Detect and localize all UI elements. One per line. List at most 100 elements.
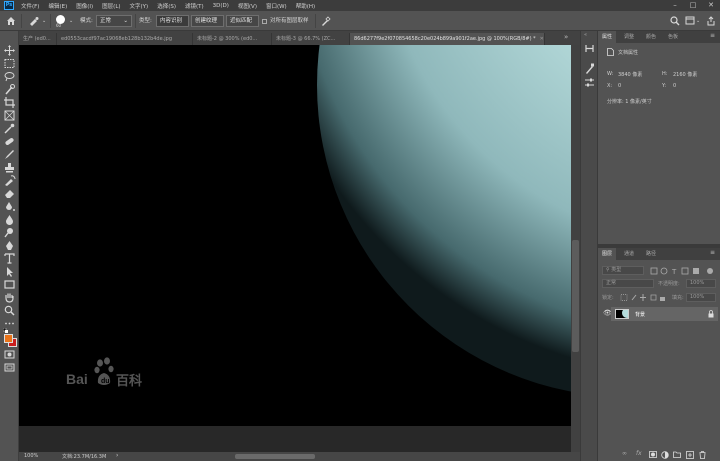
- content-aware-button[interactable]: 内容识别: [156, 15, 189, 27]
- path-selection-tool-icon[interactable]: [3, 266, 16, 277]
- new-group-icon[interactable]: [673, 451, 681, 458]
- tab-label: 未标题-3 @ 66.7% (ZC...: [276, 36, 336, 42]
- collapse-panels-icon[interactable]: «: [584, 32, 587, 38]
- workspace-icon[interactable]: [685, 16, 695, 26]
- new-layer-icon[interactable]: [686, 451, 694, 459]
- delete-layer-icon[interactable]: [699, 451, 706, 459]
- height-value[interactable]: 2160 像素: [673, 71, 697, 78]
- tab-channels[interactable]: 通道: [620, 248, 638, 260]
- document-tab-active[interactable]: 86d6277f9e2f070854658c20e024b899a901f2ae…: [350, 33, 545, 45]
- eyedropper-tool-icon[interactable]: [3, 123, 16, 134]
- chevron-down-icon[interactable]: ⌄: [42, 15, 46, 27]
- chevron-down-icon[interactable]: ⌄: [696, 15, 700, 27]
- move-tool-icon[interactable]: [3, 45, 16, 56]
- fx-icon[interactable]: fx: [636, 450, 642, 457]
- document-tab[interactable]: ed0553cacdf97ac19068eb128b132b4de.jpg: [57, 33, 193, 45]
- healing-brush-tool-icon[interactable]: [3, 136, 16, 147]
- vertical-scroll-thumb[interactable]: [572, 240, 579, 352]
- menu-layer[interactable]: 图层(L): [98, 2, 125, 10]
- brush-picker-arrow-icon[interactable]: ⌄: [69, 15, 73, 27]
- minimize-icon[interactable]: –: [666, 0, 684, 11]
- x-value[interactable]: 0: [618, 83, 621, 89]
- document-size[interactable]: 文档:23.7M/16.3M: [62, 453, 106, 460]
- tab-swatches[interactable]: 色板: [664, 31, 682, 43]
- tab-color[interactable]: 颜色: [642, 31, 660, 43]
- svg-text:T: T: [671, 268, 677, 275]
- tabs-overflow-icon[interactable]: »: [564, 33, 568, 41]
- menu-view[interactable]: 视图(V): [234, 2, 262, 10]
- quick-selection-tool-icon[interactable]: [3, 84, 16, 95]
- y-value[interactable]: 0: [673, 83, 676, 89]
- hand-tool-icon[interactable]: [3, 292, 16, 303]
- home-icon[interactable]: [6, 16, 16, 26]
- tab-adjustments[interactable]: 调整: [620, 31, 638, 43]
- clone-stamp-tool-icon[interactable]: [3, 162, 16, 173]
- brush-tool-icon[interactable]: [3, 149, 16, 160]
- document-tab[interactable]: 未标题-3 @ 66.7% (ZC...: [272, 33, 350, 45]
- menu-image[interactable]: 图像(I): [72, 2, 98, 10]
- close-tab-icon[interactable]: ✕: [540, 36, 544, 42]
- document-canvas[interactable]: Bai du 百科: [19, 45, 571, 426]
- marquee-tool-icon[interactable]: [3, 58, 16, 69]
- maximize-icon[interactable]: □: [684, 0, 702, 11]
- width-value[interactable]: 3840 像素: [618, 71, 642, 78]
- quick-mask-icon[interactable]: [3, 349, 16, 360]
- history-brush-tool-icon[interactable]: [3, 175, 16, 186]
- menu-type[interactable]: 文字(Y): [126, 2, 154, 10]
- menu-select[interactable]: 选择(S): [153, 2, 181, 10]
- layer-filter-select[interactable]: ⚲ 类型: [602, 266, 644, 275]
- adjustment-layer-icon[interactable]: [661, 451, 669, 459]
- zoom-tool-icon[interactable]: [3, 305, 16, 316]
- horizontal-scroll-thumb[interactable]: [235, 454, 315, 459]
- blur-tool-icon[interactable]: [3, 214, 16, 225]
- menu-window[interactable]: 窗口(W): [262, 2, 292, 10]
- document-tab[interactable]: 生产 (ed0...: [19, 33, 57, 45]
- create-texture-button[interactable]: 创建纹理: [191, 15, 224, 27]
- proximity-match-button[interactable]: 近似匹配: [226, 15, 259, 27]
- default-colors-icon[interactable]: [2, 327, 9, 333]
- history-panel-icon[interactable]: [584, 43, 595, 54]
- dodge-tool-icon[interactable]: [3, 227, 16, 238]
- screen-mode-icon[interactable]: [3, 362, 16, 373]
- share-icon[interactable]: [706, 16, 716, 26]
- gradient-tool-icon[interactable]: [3, 201, 16, 212]
- link-layers-icon[interactable]: ∞: [622, 450, 627, 457]
- spot-healing-tool-icon[interactable]: [28, 16, 40, 26]
- adjustments-sliders-icon[interactable]: [584, 77, 595, 88]
- rectangle-tool-icon[interactable]: [3, 279, 16, 290]
- document-tab[interactable]: 未标题-2 @ 300% (ed0...: [193, 33, 272, 45]
- panel-menu-icon[interactable]: ≡: [710, 249, 715, 256]
- add-mask-icon[interactable]: [649, 451, 657, 458]
- pen-tool-icon[interactable]: [3, 240, 16, 251]
- sample-all-layers-checkbox[interactable]: [262, 19, 267, 24]
- fill-input[interactable]: 100%: [686, 293, 716, 302]
- menu-help[interactable]: 帮助(H): [292, 2, 320, 10]
- opacity-input[interactable]: 100%: [686, 279, 716, 288]
- search-icon[interactable]: [670, 16, 680, 26]
- close-icon[interactable]: ✕: [702, 0, 720, 11]
- lasso-tool-icon[interactable]: [3, 71, 16, 82]
- layer-row[interactable]: 背景: [611, 307, 718, 321]
- foreground-color-swatch[interactable]: [4, 334, 13, 343]
- lock-icons[interactable]: [620, 294, 666, 301]
- menu-edit[interactable]: 编辑(E): [44, 2, 72, 10]
- panel-menu-icon[interactable]: ≡: [710, 32, 715, 39]
- tab-properties[interactable]: 属性: [598, 31, 617, 43]
- mode-select[interactable]: 正常 ⌄: [96, 15, 132, 27]
- menu-3d[interactable]: 3D(D): [209, 3, 234, 9]
- brush-settings-icon[interactable]: [584, 63, 595, 74]
- crop-tool-icon[interactable]: [3, 97, 16, 108]
- tab-layers[interactable]: 图层: [598, 248, 617, 260]
- eraser-tool-icon[interactable]: [3, 188, 16, 199]
- pressure-brush-icon[interactable]: [321, 16, 331, 26]
- menu-filter[interactable]: 滤镜(T): [181, 2, 209, 10]
- tab-paths[interactable]: 路径: [642, 248, 660, 260]
- zoom-level[interactable]: 100%: [24, 453, 38, 459]
- blend-mode-select[interactable]: 正常: [602, 279, 654, 288]
- status-menu-arrow-icon[interactable]: ›: [116, 452, 118, 459]
- type-tool-icon[interactable]: [3, 253, 16, 264]
- menu-file[interactable]: 文件(F): [17, 2, 44, 10]
- layer-name[interactable]: 背景: [635, 311, 645, 318]
- tab-label: 未标题-2 @ 300% (ed0...: [197, 36, 258, 42]
- frame-tool-icon[interactable]: [3, 110, 16, 121]
